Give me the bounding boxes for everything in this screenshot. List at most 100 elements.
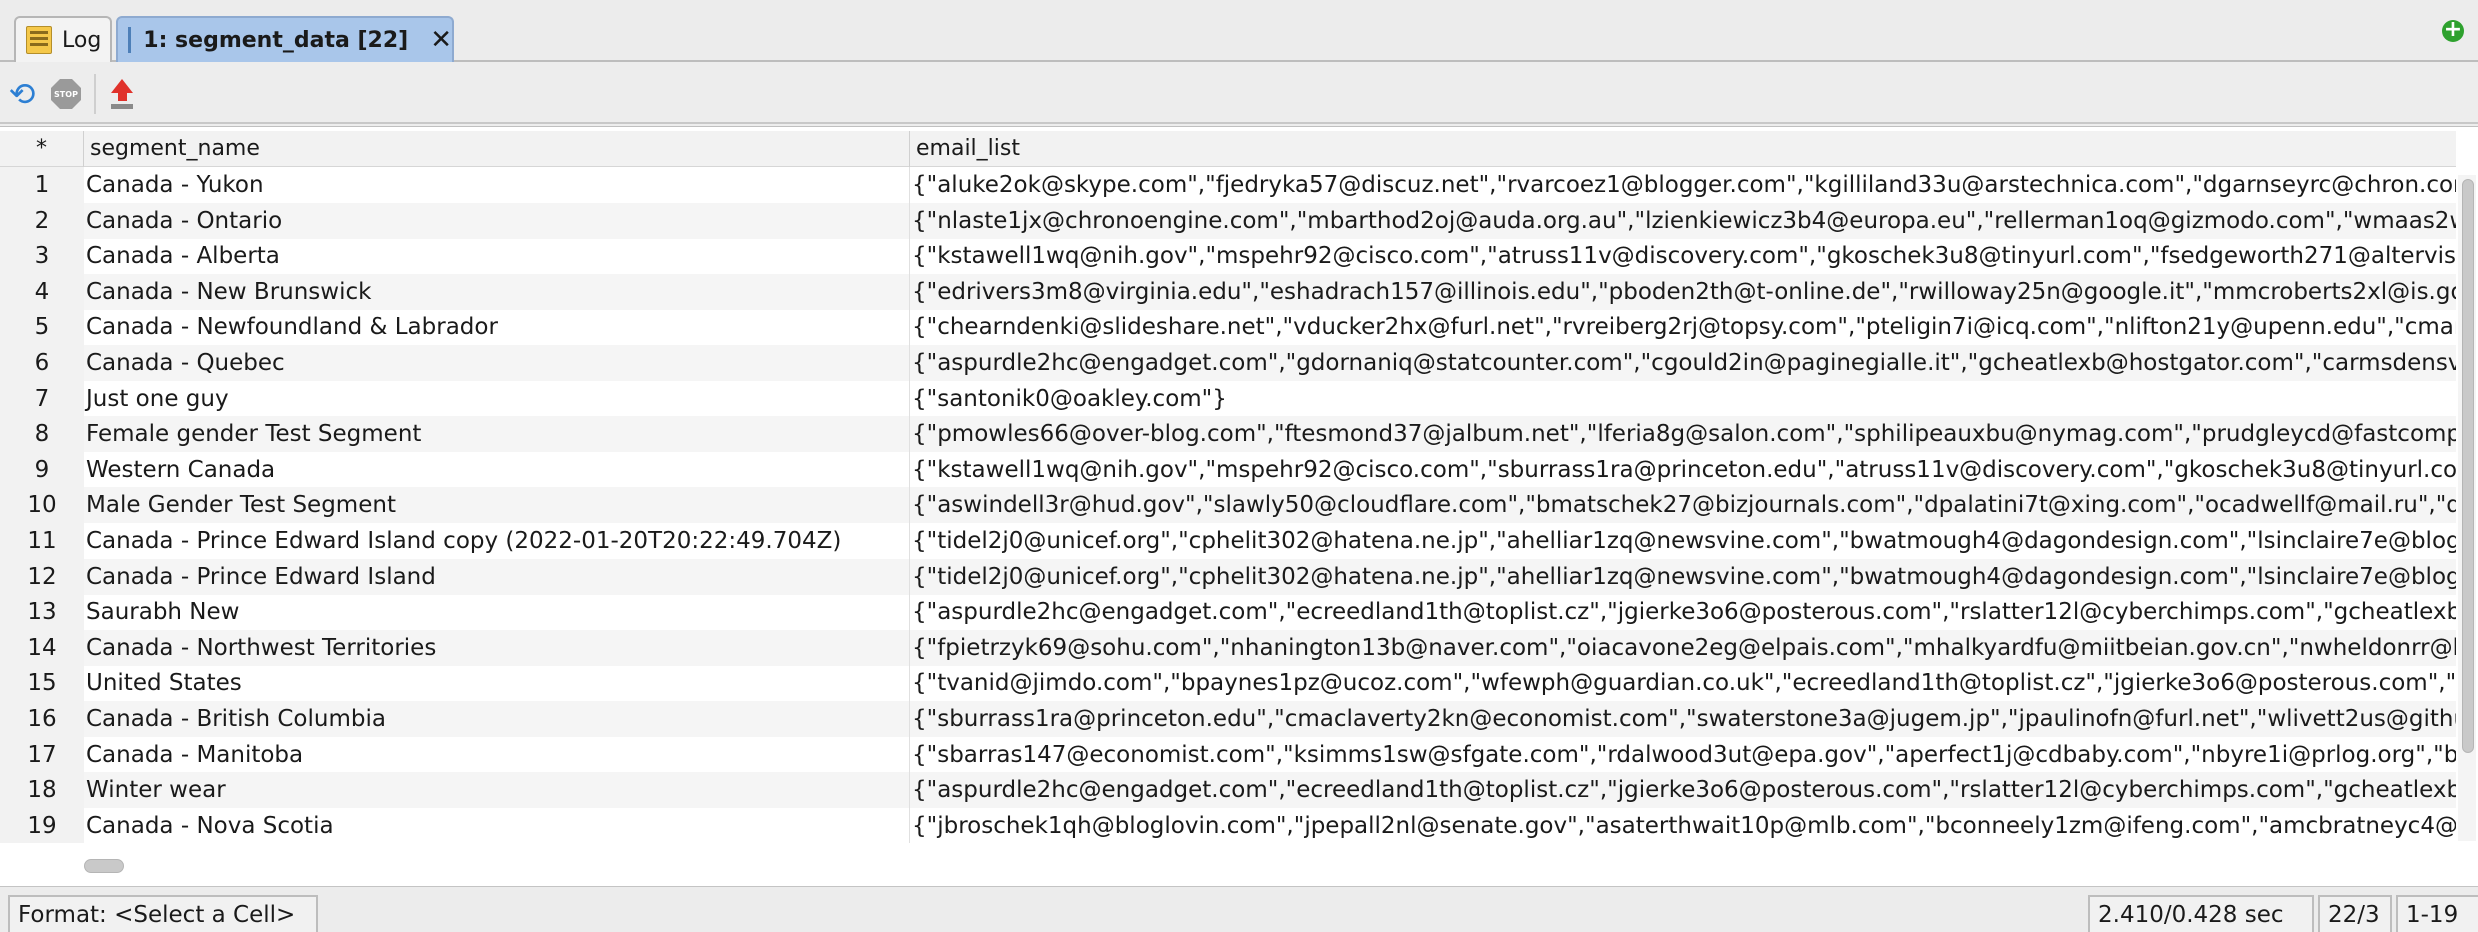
email-list-cell[interactable]: {"tidel2j0@unicef.org","cphelit302@haten… — [910, 523, 2456, 559]
segment-name-cell[interactable]: Male Gender Test Segment — [84, 487, 910, 524]
tab-log[interactable]: Log — [14, 16, 112, 62]
email-list-cell[interactable]: {"edrivers3m8@virginia.edu","eshadrach15… — [910, 274, 2456, 310]
segment-name-cell[interactable]: United States — [84, 665, 910, 702]
segment-name-cell[interactable]: Canada - Yukon — [84, 167, 910, 203]
email-list-cell[interactable]: {"fpietrzyk69@sohu.com","nhanington13b@n… — [910, 630, 2456, 666]
segment-name-cell[interactable]: Canada - Manitoba — [84, 736, 910, 773]
row-number-cell[interactable]: 16 — [0, 701, 84, 737]
row-number-cell[interactable]: 10 — [0, 487, 84, 524]
table-row[interactable]: 18 Winter wear {"aspurdle2hc@engadget.com"… — [0, 772, 2456, 809]
tab-segment-data-label: 1: segment_data [22] — [143, 27, 409, 53]
grid-body: 1 Canada - Yukon {"aluke2ok@skype.com","fj… — [0, 167, 2456, 843]
result-toolbar: ⟲ STOP — [0, 64, 2478, 124]
segment-name-cell[interactable]: Western Canada — [84, 451, 910, 488]
email-list-cell[interactable]: {"aspurdle2hc@engadget.com","ecreedland1… — [910, 772, 2456, 808]
table-row[interactable]: 17 Canada - Manitoba {"sbarras147@economis… — [0, 736, 2456, 773]
email-list-cell[interactable]: {"kstawell1wq@nih.gov","mspehr92@cisco.c… — [910, 238, 2456, 274]
email-list-cell[interactable]: {"jbroschek1qh@bloglovin.com","jpepall2n… — [910, 808, 2456, 843]
table-row[interactable]: 12 Canada - Prince Edward Island {"tidel2j… — [0, 558, 2456, 595]
table-row[interactable]: 16 Canada - British Columbia {"sburrass1ra… — [0, 701, 2456, 737]
table-row[interactable]: 6 Canada - Quebec {"aspurdle2hc@engadget.c… — [0, 345, 2456, 381]
vertical-scrollbar[interactable] — [2458, 175, 2476, 841]
email-list-cell[interactable]: {"nlaste1jx@chronoengine.com","mbarthod2… — [910, 203, 2456, 239]
segment-name-cell[interactable]: Female gender Test Segment — [84, 416, 910, 453]
row-number-cell[interactable]: 18 — [0, 772, 84, 809]
table-row[interactable]: 15 United States {"tvanid@jimdo.com","bpay… — [0, 665, 2456, 702]
table-row[interactable]: 9 Western Canada {"kstawell1wq@nih.gov","m… — [0, 451, 2456, 488]
segment-name-cell[interactable]: Canada - New Brunswick — [84, 273, 910, 310]
result-grid: * segment_name email_list 1 Canada - Yuko… — [0, 126, 2478, 886]
horizontal-scroll-thumb[interactable] — [84, 859, 124, 873]
email-list-cell[interactable]: {"pmowles66@over-blog.com","ftesmond37@j… — [910, 416, 2456, 452]
row-number-cell[interactable]: 19 — [0, 807, 84, 843]
segment-name-cell[interactable]: Canada - Quebec — [84, 345, 910, 381]
table-row[interactable]: 14 Canada - Northwest Territories {"fpietr… — [0, 629, 2456, 666]
segment-name-cell[interactable]: Saurabh New — [84, 594, 910, 631]
segment-name-cell[interactable]: Canada - British Columbia — [84, 701, 910, 737]
email-list-cell[interactable]: {"aswindell3r@hud.gov","slawly50@cloudfl… — [910, 487, 2456, 523]
table-row[interactable]: 4 Canada - New Brunswick {"edrivers3m8@vir… — [0, 273, 2456, 310]
email-list-cell[interactable]: {"kstawell1wq@nih.gov","mspehr92@cisco.c… — [910, 452, 2456, 488]
horizontal-scrollbar[interactable] — [84, 855, 2456, 875]
column-header-email-list[interactable]: email_list — [910, 131, 2456, 167]
format-selector[interactable]: Format: <Select a Cell> — [8, 895, 318, 932]
segment-name-cell[interactable]: Canada - Nova Scotia — [84, 807, 910, 843]
segment-name-cell[interactable]: Canada - Alberta — [84, 238, 910, 275]
row-number-cell[interactable]: 5 — [0, 309, 84, 346]
tab-strip: Log 1: segment_data [22] ✕ + — [0, 0, 2478, 62]
column-header-segment-name[interactable]: segment_name — [84, 131, 910, 167]
row-number-cell[interactable]: 2 — [0, 202, 84, 239]
table-row[interactable]: 3 Canada - Alberta {"kstawell1wq@nih.gov",… — [0, 238, 2456, 275]
segment-name-cell[interactable]: Canada - Ontario — [84, 202, 910, 239]
stop-button[interactable]: STOP — [48, 76, 84, 112]
table-row[interactable]: 13 Saurabh New {"aspurdle2hc@engadget.com"… — [0, 594, 2456, 631]
row-number-cell[interactable]: 8 — [0, 416, 84, 453]
refresh-icon[interactable]: ⟲ — [4, 75, 40, 113]
email-list-cell[interactable]: {"aluke2ok@skype.com","fjedryka57@discuz… — [910, 167, 2456, 203]
grid-header: * segment_name email_list — [0, 131, 2456, 167]
email-list-cell[interactable]: {"aspurdle2hc@engadget.com","ecreedland1… — [910, 594, 2456, 630]
segment-name-cell[interactable]: Canada - Prince Edward Island — [84, 558, 910, 595]
row-number-cell[interactable]: 3 — [0, 238, 84, 275]
email-list-cell[interactable]: {"tvanid@jimdo.com","bpaynes1pz@ucoz.com… — [910, 665, 2456, 701]
row-number-cell[interactable]: 6 — [0, 345, 84, 381]
row-number-cell[interactable]: 11 — [0, 523, 84, 559]
tab-segment-data[interactable]: 1: segment_data [22] ✕ — [116, 16, 454, 62]
segment-name-cell[interactable]: Canada - Newfoundland & Labrador — [84, 309, 910, 346]
email-list-cell[interactable]: {"santonik0@oakley.com"} — [910, 381, 2456, 417]
email-list-cell[interactable]: {"sbarras147@economist.com","ksimms1sw@s… — [910, 737, 2456, 773]
segment-name-cell[interactable]: Winter wear — [84, 772, 910, 809]
segment-name-cell[interactable]: Canada - Northwest Territories — [84, 629, 910, 666]
row-number-cell[interactable]: 14 — [0, 629, 84, 666]
row-number-cell[interactable]: 13 — [0, 594, 84, 631]
grid-icon — [128, 27, 132, 53]
table-row[interactable]: 1 Canada - Yukon {"aluke2ok@skype.com","fj… — [0, 167, 2456, 203]
table-row[interactable]: 11 Canada - Prince Edward Island copy (20… — [0, 523, 2456, 559]
row-number-cell[interactable]: 12 — [0, 558, 84, 595]
add-tab-icon[interactable]: + — [2442, 19, 2464, 42]
row-number-cell[interactable]: 15 — [0, 665, 84, 702]
status-bar: Format: <Select a Cell> 2.410/0.428 sec … — [0, 886, 2478, 932]
table-row[interactable]: 5 Canada - Newfoundland & Labrador {"chear… — [0, 309, 2456, 346]
vertical-scroll-thumb[interactable] — [2462, 179, 2474, 753]
table-row[interactable]: 2 Canada - Ontario {"nlaste1jx@chronoengin… — [0, 202, 2456, 239]
row-number-cell[interactable]: 7 — [0, 380, 84, 417]
email-list-cell[interactable]: {"aspurdle2hc@engadget.com","gdornaniq@s… — [910, 345, 2456, 381]
email-list-cell[interactable]: {"sburrass1ra@princeton.edu","cmaclavert… — [910, 701, 2456, 737]
email-list-cell[interactable]: {"chearndenki@slideshare.net","vducker2h… — [910, 309, 2456, 345]
row-number-cell[interactable]: 9 — [0, 451, 84, 488]
row-number-cell[interactable]: 1 — [0, 167, 84, 203]
table-row[interactable]: 7 Just one guy {"santonik0@oakley.com"} — [0, 380, 2456, 417]
export-button[interactable] — [104, 76, 140, 112]
segment-name-cell[interactable]: Just one guy — [84, 380, 910, 417]
close-icon[interactable]: ✕ — [430, 27, 452, 53]
tab-log-label: Log — [62, 27, 102, 53]
table-row[interactable]: 8 Female gender Test Segment {"pmowles66@o… — [0, 416, 2456, 453]
row-number-cell[interactable]: 4 — [0, 273, 84, 310]
email-list-cell[interactable]: {"tidel2j0@unicef.org","cphelit302@haten… — [910, 559, 2456, 595]
row-number-cell[interactable]: 17 — [0, 736, 84, 773]
column-header-row-number[interactable]: * — [0, 131, 84, 167]
table-row[interactable]: 10 Male Gender Test Segment {"aswindell3r@… — [0, 487, 2456, 524]
segment-name-cell[interactable]: Canada - Prince Edward Island copy (2022… — [84, 523, 910, 559]
table-row[interactable]: 19 Canada - Nova Scotia {"jbroschek1qh@blo… — [0, 807, 2456, 843]
